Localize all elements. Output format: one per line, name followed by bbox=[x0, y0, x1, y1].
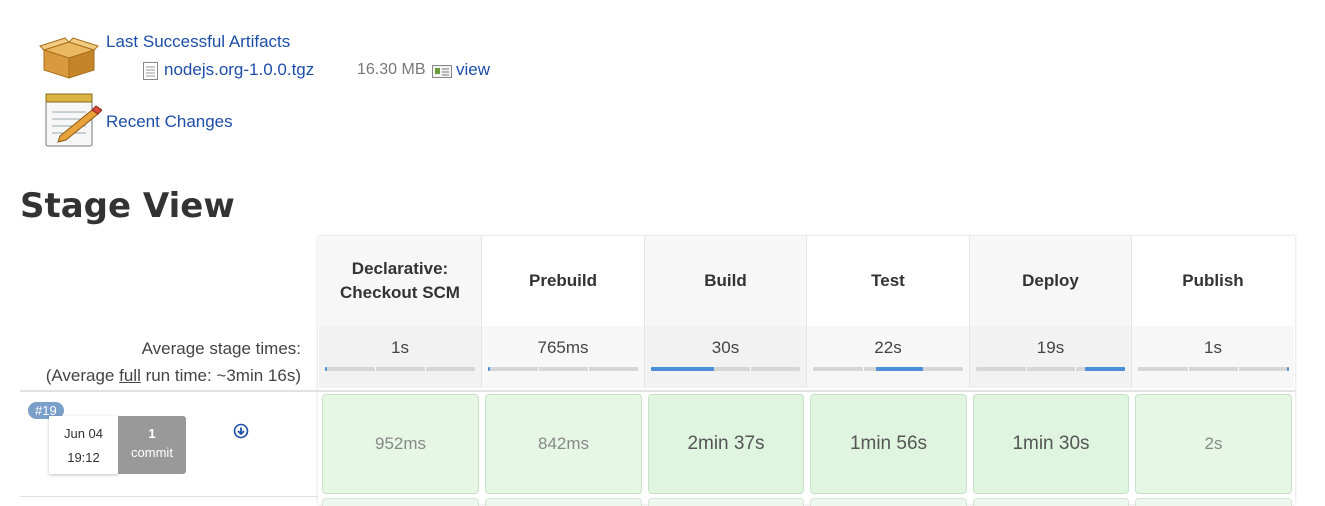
recent-changes-link[interactable]: Recent Changes bbox=[106, 112, 233, 132]
run-cell-test[interactable]: 1min 56s bbox=[810, 394, 967, 494]
avg-bar bbox=[1138, 367, 1289, 371]
bar-fill bbox=[488, 367, 491, 371]
average-run-time-label: (Average full run time: ~3min 16s) bbox=[20, 366, 301, 386]
build-date: Jun 04 bbox=[63, 426, 104, 441]
run-time: 842ms bbox=[537, 434, 590, 453]
avg-bar bbox=[976, 367, 1125, 371]
next-row-cell bbox=[322, 498, 479, 506]
run-cell-build[interactable]: 2min 37s bbox=[648, 394, 804, 494]
avg-time: 19s bbox=[1036, 338, 1065, 357]
commit-label: commit bbox=[131, 445, 173, 460]
stage-name-line2: Checkout SCM bbox=[340, 283, 460, 302]
avg-cell-checkout-scm: 1s bbox=[319, 326, 482, 388]
run-time: 1min 56s bbox=[849, 433, 928, 454]
stage-name: Test bbox=[871, 271, 905, 290]
last-successful-artifacts-link[interactable]: Last Successful Artifacts bbox=[106, 32, 290, 52]
avg-bar bbox=[813, 367, 963, 371]
average-stage-times-label: Average stage times: bbox=[141, 339, 301, 358]
bar-fill bbox=[876, 367, 923, 371]
notepad-icon bbox=[42, 92, 103, 148]
next-row-cell bbox=[973, 498, 1129, 506]
run-cell-publish[interactable]: 2s bbox=[1135, 394, 1292, 494]
stage-name: Publish bbox=[1182, 271, 1244, 290]
avg-time: 765ms bbox=[537, 338, 589, 357]
bar-segment-divider bbox=[375, 367, 376, 371]
run-time: 2s bbox=[1204, 434, 1223, 453]
avg-bar bbox=[325, 367, 475, 371]
stage-header-build: Build bbox=[645, 236, 807, 326]
artifact-file-link[interactable]: nodejs.org-1.0.0.tgz bbox=[164, 60, 314, 80]
stage-name: Build bbox=[704, 271, 747, 290]
avg-cell-publish: 1s bbox=[1132, 326, 1294, 388]
stage-name: Prebuild bbox=[528, 271, 597, 290]
artifact-view-link[interactable]: view bbox=[456, 60, 490, 80]
run-cell-prebuild[interactable]: 842ms bbox=[485, 394, 642, 494]
build-date-box: Jun 04 19:12 bbox=[49, 416, 118, 474]
avg-run-suffix: run time: ~3min 16s) bbox=[140, 366, 301, 385]
stage-name: Deploy bbox=[1022, 271, 1079, 290]
avg-run-prefix: (Average bbox=[45, 366, 120, 385]
stage-view-title: Stage View bbox=[20, 186, 235, 226]
build-time: 19:12 bbox=[67, 450, 100, 465]
stage-header-prebuild: Prebuild bbox=[482, 236, 645, 326]
run-time: 2min 37s bbox=[687, 433, 765, 454]
next-row-cell bbox=[485, 498, 642, 506]
run-cell-deploy[interactable]: 1min 30s bbox=[973, 394, 1129, 494]
bar-fill bbox=[1286, 367, 1289, 371]
bar-segment-divider bbox=[425, 367, 426, 371]
avg-bar bbox=[651, 367, 800, 371]
bar-segment-divider bbox=[538, 367, 539, 371]
avg-cell-prebuild: 765ms bbox=[482, 326, 645, 388]
stage-header-deploy: Deploy bbox=[970, 236, 1132, 326]
run-cell-checkout-scm[interactable]: 952ms bbox=[322, 394, 479, 494]
next-row-cell bbox=[810, 498, 967, 506]
next-row-cell bbox=[1135, 498, 1292, 506]
avg-time: 22s bbox=[874, 338, 902, 357]
run-time: 952ms bbox=[374, 434, 427, 453]
row-divider bbox=[20, 496, 318, 497]
bar-fill bbox=[325, 367, 328, 371]
avg-cell-build: 30s bbox=[645, 326, 807, 388]
row-divider bbox=[20, 390, 1295, 392]
run-time: 1min 30s bbox=[1012, 433, 1090, 454]
bar-segment-divider bbox=[1238, 367, 1239, 371]
next-row-cell bbox=[648, 498, 804, 506]
bar-segment-divider bbox=[863, 367, 864, 371]
bar-segment-divider bbox=[1188, 367, 1189, 371]
stage-header-publish: Publish bbox=[1132, 236, 1294, 326]
commit-count-button[interactable]: 1 commit bbox=[118, 416, 186, 474]
fingerprint-icon bbox=[432, 65, 452, 78]
package-icon bbox=[38, 36, 100, 80]
avg-time: 30s bbox=[711, 338, 740, 357]
stage-name: Declarative: bbox=[351, 259, 449, 278]
download-icon[interactable] bbox=[233, 423, 249, 439]
avg-time: 1s bbox=[391, 338, 409, 357]
file-icon bbox=[143, 62, 158, 80]
avg-cell-test: 22s bbox=[807, 326, 970, 388]
commit-count: 1 bbox=[148, 426, 156, 441]
full-run-link[interactable]: full bbox=[119, 366, 141, 385]
bar-segment-divider bbox=[1075, 367, 1077, 371]
bar-fill bbox=[651, 367, 714, 371]
bar-segment-divider bbox=[588, 367, 589, 371]
bar-segment-divider bbox=[750, 367, 752, 371]
artifact-file-size: 16.30 MB bbox=[357, 61, 426, 78]
avg-time: 1s bbox=[1204, 338, 1222, 357]
bar-segment-divider bbox=[1025, 367, 1027, 371]
stage-header-checkout-scm: Declarative: Checkout SCM bbox=[319, 236, 482, 326]
stage-header-test: Test bbox=[807, 236, 970, 326]
bar-fill bbox=[1084, 367, 1125, 371]
avg-cell-deploy: 19s bbox=[970, 326, 1132, 388]
avg-bar bbox=[488, 367, 638, 371]
